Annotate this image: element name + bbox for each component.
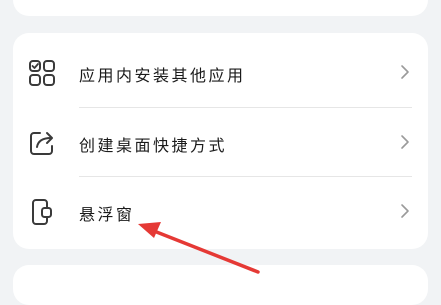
row-install-other-apps[interactable]: 应用内安装其他应用 — [13, 37, 428, 107]
chevron-right-icon — [401, 65, 409, 79]
row-label-install-other-apps: 应用内安装其他应用 — [79, 66, 246, 85]
row-label-create-desktop-shortcut: 创建桌面快捷方式 — [79, 136, 228, 155]
permissions-card: 应用内安装其他应用 创建桌面快捷方式 悬浮窗 — [13, 33, 428, 249]
top-card — [13, 0, 428, 16]
row-create-desktop-shortcut[interactable]: 创建桌面快捷方式 — [13, 107, 428, 177]
chevron-right-icon — [401, 135, 409, 149]
floating-window-icon — [32, 199, 52, 225]
chevron-right-icon — [401, 204, 409, 218]
row-label-floating-window: 悬浮窗 — [79, 205, 135, 224]
apps-grid-icon — [29, 60, 55, 86]
share-shortcut-icon — [30, 132, 53, 155]
row-floating-window[interactable]: 悬浮窗 — [13, 176, 428, 246]
bottom-card — [13, 265, 428, 305]
